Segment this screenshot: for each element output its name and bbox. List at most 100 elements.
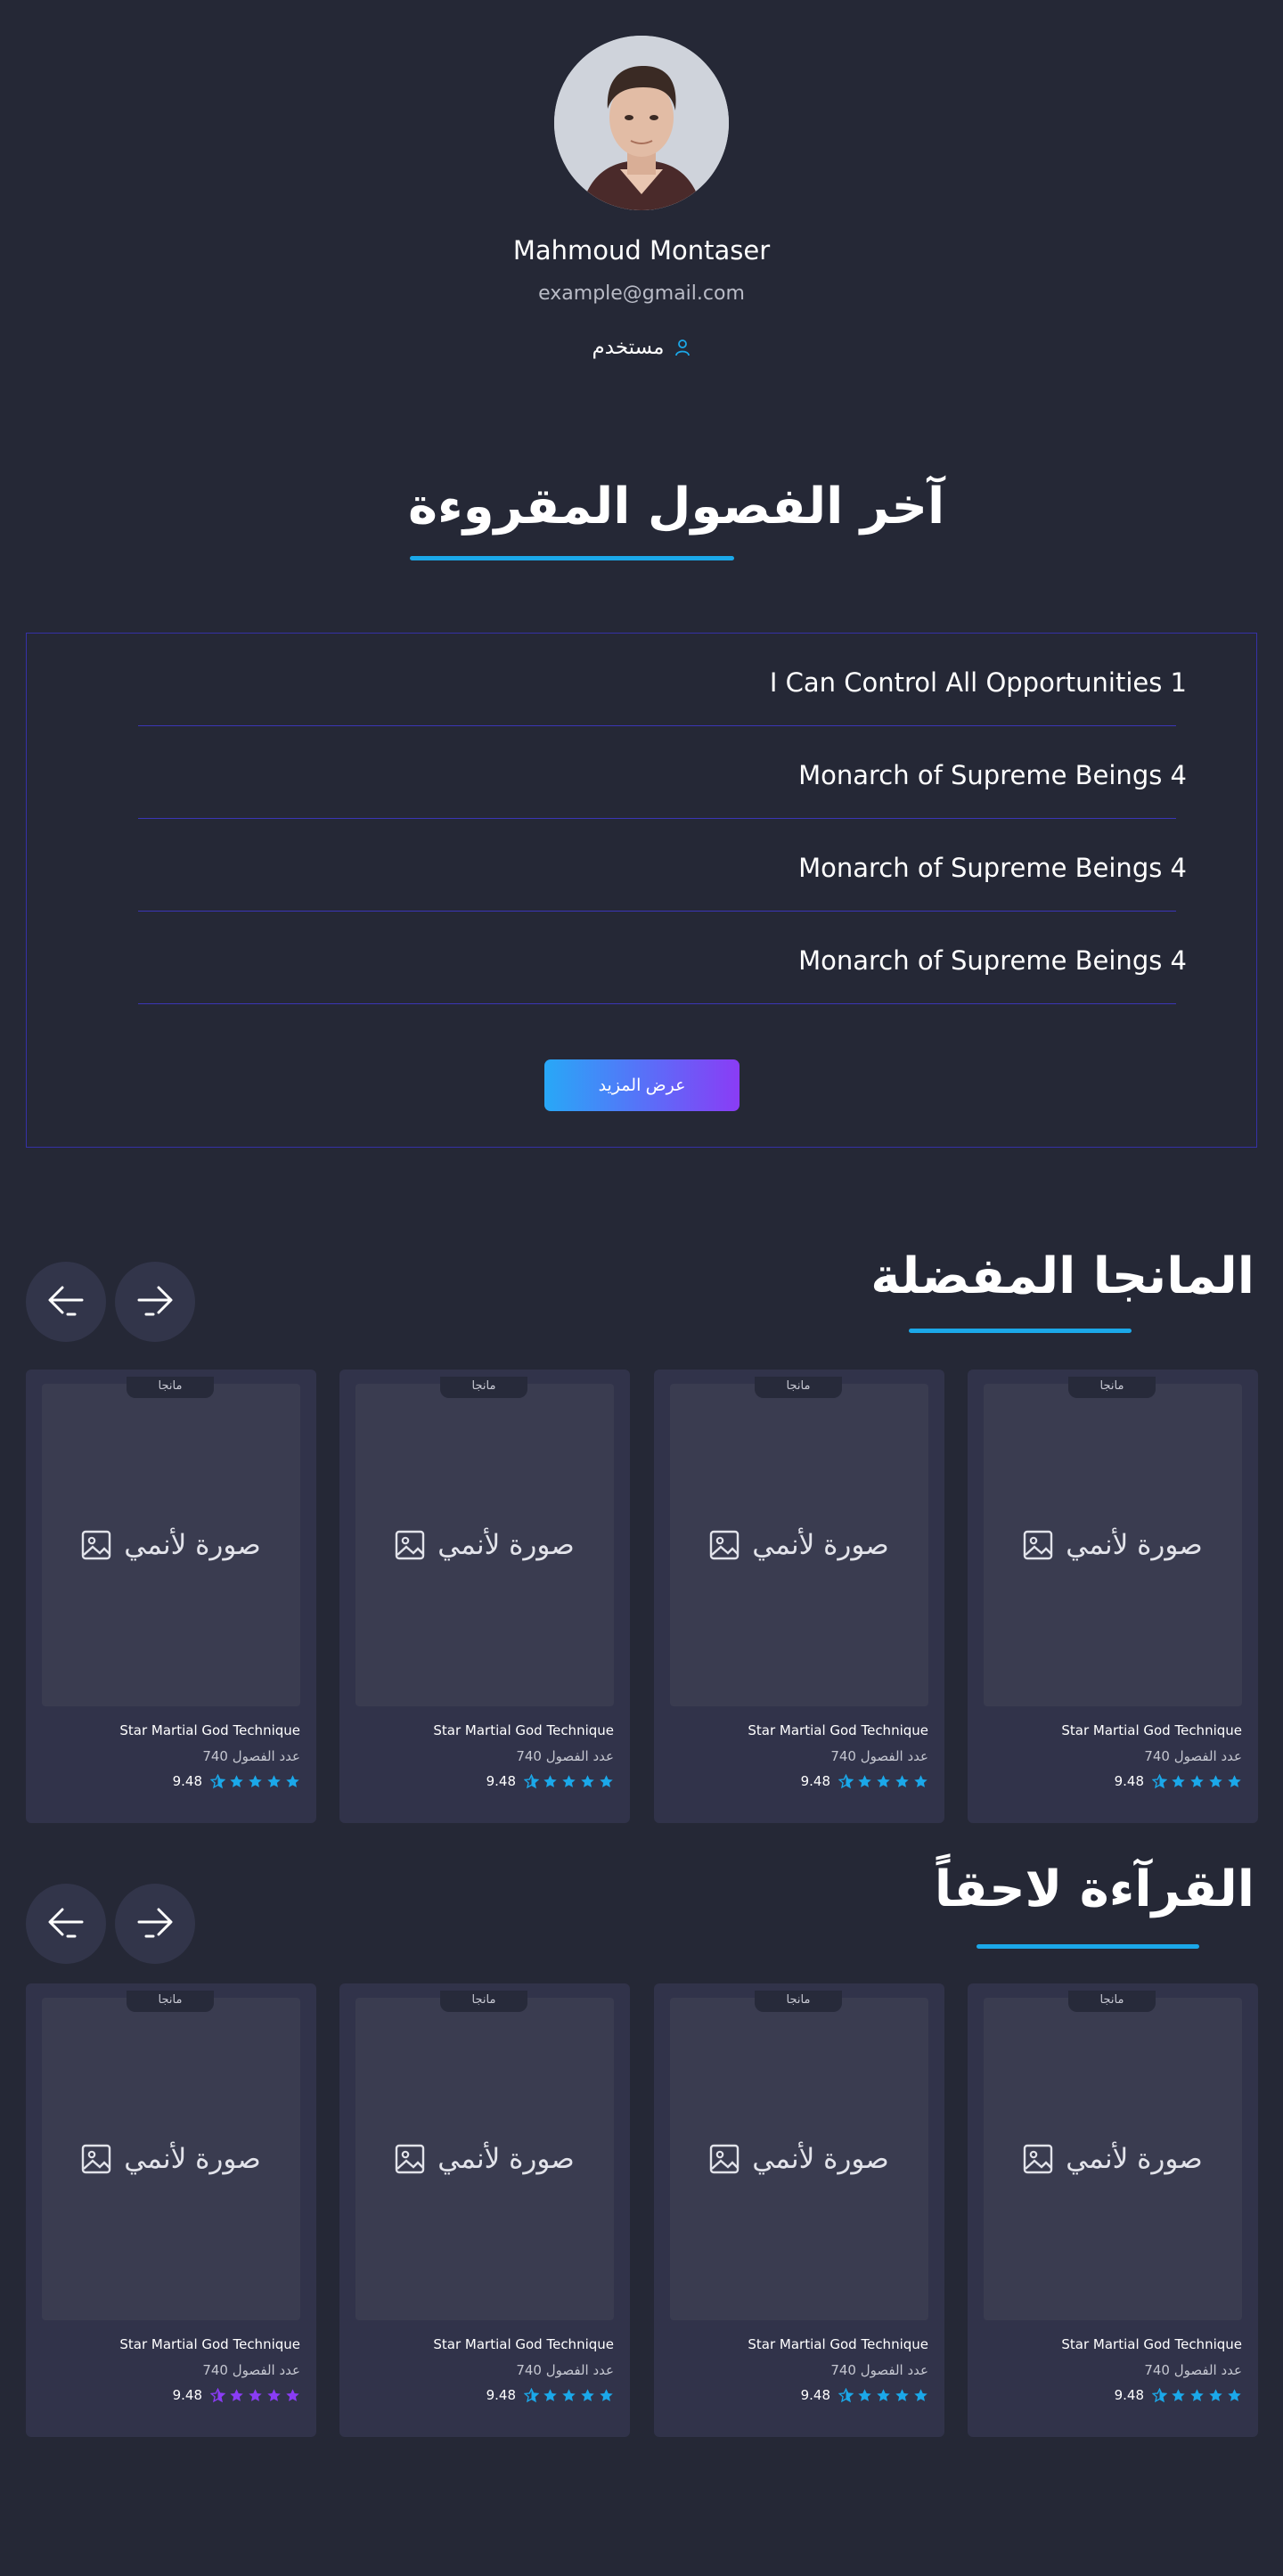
card-title[interactable]: Star Martial God Technique bbox=[119, 2336, 300, 2352]
show-more-button[interactable]: عرض المزيد bbox=[544, 1059, 740, 1111]
latest-chapters-list: I Can Control All Opportunities 1 Monarc… bbox=[26, 633, 1257, 1148]
next-button[interactable] bbox=[115, 1884, 195, 1964]
type-badge: مانجا bbox=[1068, 1377, 1156, 1398]
star-icon bbox=[562, 2388, 576, 2401]
chapter-count: عدد الفصول 740 bbox=[1144, 1748, 1242, 1764]
star-half-icon bbox=[210, 2387, 225, 2402]
manga-card[interactable]: صورة لأنمي مانجا Star Martial God Techni… bbox=[339, 1370, 630, 1823]
type-badge: مانجا bbox=[1068, 1991, 1156, 2012]
chapter-row[interactable]: Monarch of Supreme Beings 4 bbox=[138, 819, 1187, 912]
card-cover[interactable]: صورة لأنمي bbox=[42, 1384, 300, 1706]
card-title[interactable]: Star Martial God Technique bbox=[1061, 2336, 1242, 2352]
manga-card[interactable]: صورة لأنمي مانجا Star Martial God Techni… bbox=[26, 1370, 316, 1823]
star-half-icon bbox=[210, 1773, 225, 1788]
manga-card[interactable]: صورة لأنمي مانجا Star Martial God Techni… bbox=[968, 1370, 1258, 1823]
chapter-title[interactable]: Monarch of Supreme Beings 4 bbox=[798, 853, 1187, 883]
rating-score: 9.48 bbox=[172, 1773, 202, 1789]
star-icon bbox=[895, 1774, 909, 1787]
star-icon bbox=[914, 1774, 928, 1787]
chapter-row[interactable]: Monarch of Supreme Beings 4 bbox=[138, 726, 1187, 819]
next-button[interactable] bbox=[115, 1262, 195, 1342]
chapter-title[interactable]: I Can Control All Opportunities 1 bbox=[770, 667, 1187, 698]
star-icon bbox=[543, 1774, 557, 1787]
chapter-title[interactable]: Monarch of Supreme Beings 4 bbox=[798, 760, 1187, 790]
cover-placeholder-label: صورة لأنمي bbox=[124, 2143, 261, 2175]
prev-button[interactable] bbox=[26, 1884, 106, 1964]
chapter-title[interactable]: Monarch of Supreme Beings 4 bbox=[798, 945, 1187, 976]
card-cover[interactable]: صورة لأنمي bbox=[670, 1384, 928, 1706]
star-icon bbox=[230, 1774, 243, 1787]
card-cover[interactable]: صورة لأنمي bbox=[984, 1384, 1242, 1706]
arrow-right-icon bbox=[137, 1286, 173, 1316]
card-cover[interactable]: صورة لأنمي bbox=[355, 1998, 614, 2320]
profile-header: Mahmoud Montaser example@gmail.com مستخد… bbox=[0, 0, 1283, 383]
image-icon bbox=[396, 2144, 425, 2174]
manga-card[interactable]: صورة لأنمي مانجا Star Martial God Techni… bbox=[26, 1983, 316, 2437]
star-icon bbox=[286, 2388, 299, 2401]
star-icon bbox=[1190, 2388, 1204, 2401]
star-icon bbox=[581, 2388, 594, 2401]
image-icon bbox=[82, 2144, 111, 2174]
star-half-icon bbox=[1152, 2387, 1167, 2402]
manga-card[interactable]: صورة لأنمي مانجا Star Martial God Techni… bbox=[968, 1983, 1258, 2437]
rating: 9.48 bbox=[801, 1773, 928, 1789]
rating: 9.48 bbox=[173, 2387, 300, 2403]
rating: 9.48 bbox=[1115, 2387, 1242, 2403]
card-title[interactable]: Star Martial God Technique bbox=[748, 1722, 928, 1738]
star-icon bbox=[267, 1774, 281, 1787]
user-icon bbox=[675, 339, 691, 356]
star-icon bbox=[914, 2388, 928, 2401]
rating: 9.48 bbox=[173, 1773, 300, 1789]
cover-placeholder-label: صورة لأنمي bbox=[437, 2143, 575, 2175]
cover-placeholder-label: صورة لأنمي bbox=[1066, 2143, 1203, 2175]
star-icon bbox=[249, 2388, 262, 2401]
cover-placeholder-label: صورة لأنمي bbox=[752, 1529, 889, 1561]
card-title[interactable]: Star Martial God Technique bbox=[119, 1722, 300, 1738]
card-cover[interactable]: صورة لأنمي bbox=[670, 1998, 928, 2320]
star-icon bbox=[600, 1774, 613, 1787]
star-icon bbox=[858, 1774, 871, 1787]
card-title[interactable]: Star Martial God Technique bbox=[433, 1722, 614, 1738]
manga-card[interactable]: صورة لأنمي مانجا Star Martial God Techni… bbox=[654, 1370, 944, 1823]
rating: 9.48 bbox=[801, 2387, 928, 2403]
image-icon bbox=[710, 2144, 740, 2174]
chapter-count: عدد الفصول 740 bbox=[1144, 2362, 1242, 2378]
image-icon bbox=[396, 1530, 425, 1560]
card-title[interactable]: Star Martial God Technique bbox=[748, 2336, 928, 2352]
arrow-left-icon bbox=[48, 1286, 84, 1316]
title-underline bbox=[909, 1329, 1132, 1333]
chapter-count: عدد الفصول 740 bbox=[202, 2362, 300, 2378]
manga-card[interactable]: صورة لأنمي مانجا Star Martial God Techni… bbox=[654, 1983, 944, 2437]
star-icon bbox=[249, 1774, 262, 1787]
card-cover[interactable]: صورة لأنمي bbox=[984, 1998, 1242, 2320]
card-title[interactable]: Star Martial God Technique bbox=[433, 2336, 614, 2352]
star-icon bbox=[581, 1774, 594, 1787]
star-icon bbox=[230, 2388, 243, 2401]
manga-card[interactable]: صورة لأنمي مانجا Star Martial God Techni… bbox=[339, 1983, 630, 2437]
star-icon bbox=[858, 2388, 871, 2401]
chapter-row[interactable]: I Can Control All Opportunities 1 bbox=[138, 634, 1187, 726]
star-icon bbox=[877, 2388, 890, 2401]
rating-score: 9.48 bbox=[800, 2387, 830, 2403]
star-half-icon bbox=[1152, 1773, 1167, 1788]
rating-score: 9.48 bbox=[800, 1773, 830, 1789]
star-icon bbox=[1209, 2388, 1222, 2401]
star-icon bbox=[1209, 1774, 1222, 1787]
title-underline bbox=[410, 556, 734, 560]
card-cover[interactable]: صورة لأنمي bbox=[42, 1998, 300, 2320]
rating-score: 9.48 bbox=[486, 1773, 516, 1789]
prev-button[interactable] bbox=[26, 1262, 106, 1342]
card-cover[interactable]: صورة لأنمي bbox=[355, 1384, 614, 1706]
rating-score: 9.48 bbox=[486, 2387, 516, 2403]
star-icon bbox=[1228, 2388, 1241, 2401]
star-half-icon bbox=[524, 2387, 539, 2402]
chapter-row[interactable]: Monarch of Supreme Beings 4 bbox=[138, 912, 1187, 1004]
user-role: مستخدم bbox=[0, 336, 1283, 359]
star-half-icon bbox=[838, 2387, 854, 2402]
star-icon bbox=[543, 2388, 557, 2401]
cover-placeholder-label: صورة لأنمي bbox=[124, 1529, 261, 1561]
avatar[interactable] bbox=[554, 36, 729, 210]
rating: 9.48 bbox=[486, 2387, 614, 2403]
star-icon bbox=[562, 1774, 576, 1787]
card-title[interactable]: Star Martial God Technique bbox=[1061, 1722, 1242, 1738]
